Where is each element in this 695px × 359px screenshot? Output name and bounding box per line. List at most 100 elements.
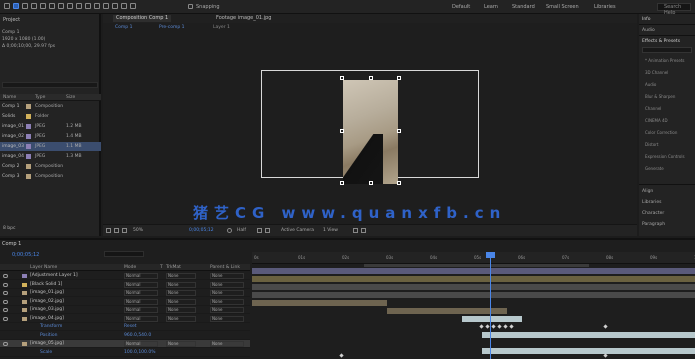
breadcrumb-item[interactable]: Pre-comp 1 xyxy=(159,25,185,30)
pan-behind-icon[interactable] xyxy=(58,3,64,9)
visibility-eye-icon[interactable] xyxy=(3,316,8,321)
layer-bar[interactable] xyxy=(252,300,387,306)
track-matte-dropdown[interactable]: None xyxy=(166,298,196,305)
timeline-tab[interactable]: Comp 1 xyxy=(2,241,21,247)
fast-preview-icon[interactable] xyxy=(353,228,358,233)
timeline-layer-row[interactable]: Position 960.0,540.0 xyxy=(0,332,250,340)
keyframe[interactable] xyxy=(509,324,514,329)
blend-mode-dropdown[interactable]: Normal xyxy=(124,307,158,313)
track-matte-dropdown[interactable]: None xyxy=(166,341,196,347)
timeline-layer-row[interactable]: [image_03.jpg] Normal None None xyxy=(0,306,250,314)
keyframe[interactable] xyxy=(603,353,608,358)
label-color-swatch[interactable] xyxy=(26,134,31,139)
blend-mode-dropdown[interactable]: Normal xyxy=(124,341,158,347)
select-arrow-icon[interactable] xyxy=(13,3,19,9)
parent-dropdown[interactable]: None xyxy=(210,273,244,279)
label-color-swatch[interactable] xyxy=(26,114,31,119)
tab-composition[interactable]: Composition Comp 1 xyxy=(113,15,172,22)
panel-effects-presets[interactable]: Effects & Presets xyxy=(642,39,680,44)
parent-dropdown[interactable]: None xyxy=(210,298,244,305)
keyframe[interactable] xyxy=(485,324,490,329)
workspace-learn[interactable]: Learn xyxy=(484,4,498,10)
region-icon[interactable] xyxy=(257,228,262,233)
effect-category[interactable]: Expression Controls xyxy=(645,154,685,159)
property-value[interactable]: 960.0,540.0 xyxy=(124,333,151,338)
parent-dropdown[interactable]: None xyxy=(210,290,244,296)
rectangle-icon[interactable] xyxy=(67,3,73,9)
layer-label-color[interactable] xyxy=(22,282,27,287)
effect-category[interactable]: Color Correction xyxy=(645,130,677,135)
effect-category[interactable]: CINEMA 4D xyxy=(645,118,668,123)
timeline-layer-row[interactable]: [image_01.jpg] Normal None None xyxy=(0,289,250,297)
blend-mode-dropdown[interactable]: Normal xyxy=(124,298,158,305)
tab-footage[interactable]: Footage image_01.jpg xyxy=(213,15,274,22)
snapshot-icon[interactable] xyxy=(227,228,232,233)
camera-dropdown[interactable]: Active Camera xyxy=(281,228,314,233)
breadcrumb-item[interactable]: Comp 1 xyxy=(115,25,132,30)
column-name[interactable]: Name xyxy=(3,95,16,100)
label-color-swatch[interactable] xyxy=(26,154,31,159)
layer-label-color[interactable] xyxy=(22,308,27,312)
layer-image-preview[interactable] xyxy=(343,80,398,184)
quality-dropdown[interactable]: Half xyxy=(237,228,246,233)
blend-mode-dropdown[interactable]: Normal xyxy=(124,290,158,296)
project-item[interactable]: Comp 3 Composition xyxy=(0,172,101,181)
parent-dropdown[interactable]: None xyxy=(210,307,244,313)
track-matte-dropdown[interactable]: None xyxy=(166,307,196,313)
layer-label-color[interactable] xyxy=(22,291,27,295)
layer-label-color[interactable] xyxy=(22,274,27,278)
visibility-eye-icon[interactable] xyxy=(3,291,8,295)
track-matte-dropdown[interactable]: None xyxy=(166,273,196,279)
keyframe[interactable] xyxy=(497,324,502,329)
timeline-layer-row[interactable]: [image_05.jpg] Normal None None xyxy=(0,340,250,348)
pen-icon[interactable] xyxy=(76,3,82,9)
effect-category[interactable]: Blur & Sharpen xyxy=(645,94,675,99)
flowchart-icon[interactable] xyxy=(361,228,366,233)
effect-category[interactable]: * Animation Presets xyxy=(645,58,685,63)
timecode-display[interactable]: 0;00;05;12 xyxy=(189,228,214,233)
panel-character[interactable]: Character xyxy=(642,211,664,216)
zoom-icon[interactable] xyxy=(31,3,37,9)
timeline-search-input[interactable] xyxy=(104,251,144,257)
snapping-checkbox[interactable] xyxy=(188,4,193,9)
grid-icon[interactable] xyxy=(114,228,119,233)
brush-icon[interactable] xyxy=(94,3,100,9)
help-search-input[interactable]: Search Help xyxy=(657,3,691,16)
views-dropdown[interactable]: 1 View xyxy=(323,228,338,233)
transform-handle[interactable] xyxy=(369,76,373,80)
transparency-grid-icon[interactable] xyxy=(265,228,270,233)
workspace-libraries[interactable]: Libraries xyxy=(594,4,616,10)
column-size[interactable]: Size xyxy=(66,95,75,100)
clone-icon[interactable] xyxy=(103,3,109,9)
panel-info[interactable]: Info xyxy=(642,17,651,22)
project-item[interactable]: Comp 2 Composition xyxy=(0,162,101,171)
workspace-default[interactable]: Default xyxy=(452,4,470,10)
layer-bar[interactable] xyxy=(482,348,695,354)
label-color-swatch[interactable] xyxy=(26,104,31,109)
column-type[interactable]: Type xyxy=(35,95,45,100)
timeline-layer-row[interactable]: Scale 100.0,100.0% xyxy=(0,349,250,357)
playhead[interactable] xyxy=(490,252,491,359)
layer-bar[interactable] xyxy=(252,284,695,290)
keyframe[interactable] xyxy=(503,324,508,329)
property-value[interactable]: Reset xyxy=(124,324,137,329)
track-matte-dropdown[interactable]: None xyxy=(166,281,196,288)
transform-handle[interactable] xyxy=(397,76,401,80)
label-color-swatch[interactable] xyxy=(26,124,31,129)
panel-libraries[interactable]: Libraries xyxy=(642,200,661,205)
puppet-icon[interactable] xyxy=(130,3,136,9)
keyframe[interactable] xyxy=(491,324,496,329)
project-search-input[interactable] xyxy=(2,82,98,88)
effect-category[interactable]: Channel xyxy=(645,106,661,111)
visibility-eye-icon[interactable] xyxy=(3,308,8,312)
transform-handle[interactable] xyxy=(369,181,373,185)
project-tab[interactable]: Project xyxy=(3,16,20,24)
timeline-layer-row[interactable]: [image_02.jpg] Normal None None xyxy=(0,298,250,306)
panel-audio[interactable]: Audio xyxy=(642,28,655,33)
project-item[interactable]: image_01 JPEG 1.2 MB xyxy=(0,122,101,131)
effect-category[interactable]: Audio xyxy=(645,82,656,87)
time-ruler[interactable]: 0s01s02s03s04s05s06s07s08s09s10s xyxy=(252,252,695,264)
layer-label-color[interactable] xyxy=(22,316,27,321)
label-color-swatch[interactable] xyxy=(26,144,31,149)
workspace-small-screen[interactable]: Small Screen xyxy=(546,4,579,10)
